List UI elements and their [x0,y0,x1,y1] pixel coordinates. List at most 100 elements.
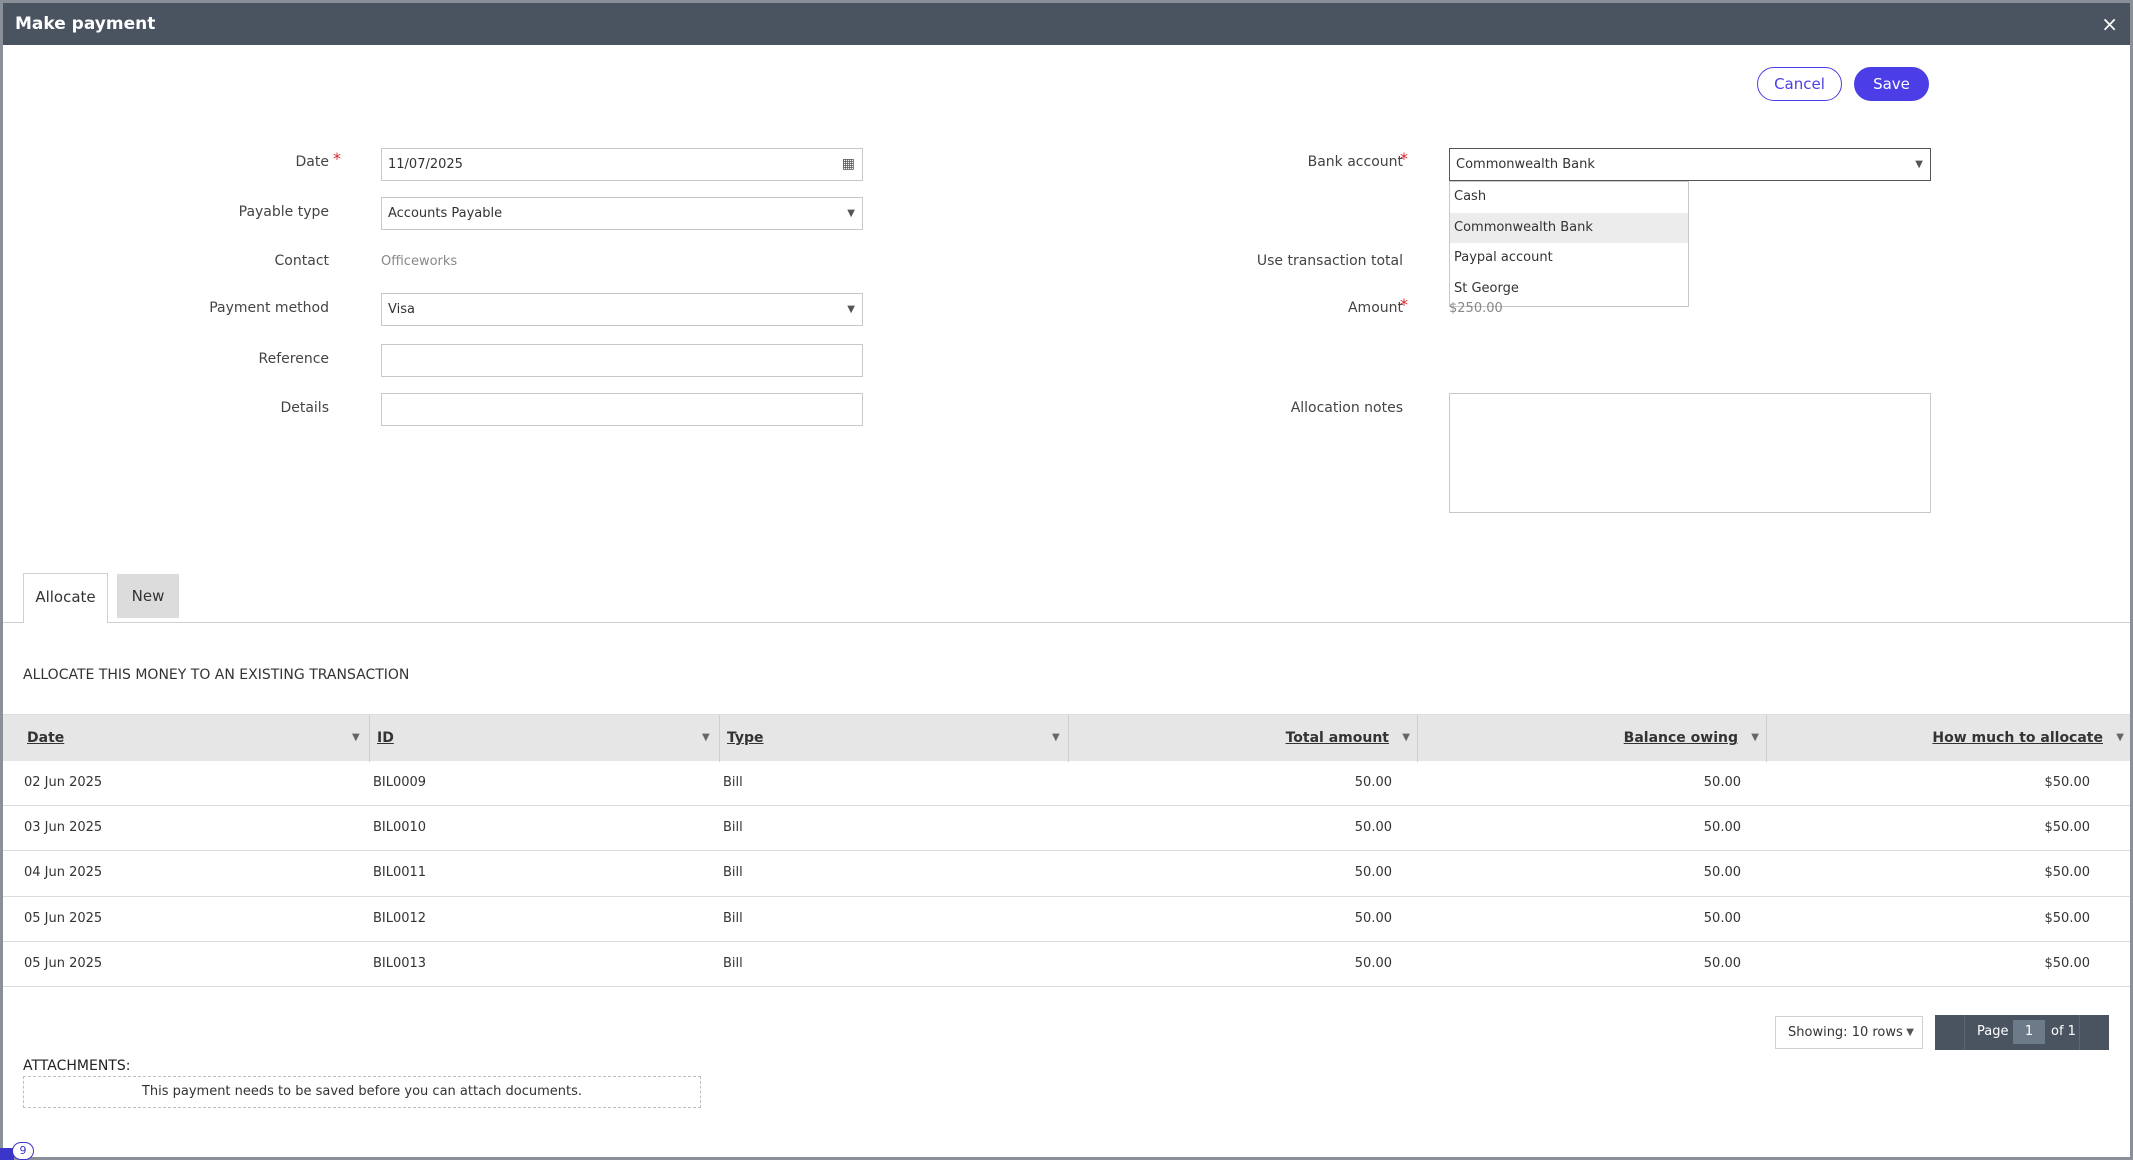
column-header-allocate-amount[interactable]: How much to allocate ▼ [1766,715,2130,762]
filter-icon[interactable]: ▼ [2116,715,2124,761]
bank-account-value: Commonwealth Bank [1456,157,1595,172]
cell-total-amount: 50.00 [1354,775,1392,790]
cell-type: Bill [723,865,743,881]
filter-icon[interactable]: ▼ [1751,715,1759,761]
cell-allocate-amount[interactable]: $50.00 [2045,806,2091,850]
bank-option-cash[interactable]: Cash [1450,182,1688,213]
filter-icon[interactable]: ▼ [1402,715,1410,761]
cell-allocate-amount[interactable]: $50.00 [2045,851,2091,895]
make-payment-dialog: Make payment × Cancel Save Date * 11/07/… [3,3,2130,1157]
cell-balance-owing: 50.00 [1703,820,1741,836]
table-row[interactable]: 05 Jun 2025 BIL0012 Bill 50.00 50.00 $50… [3,897,2130,942]
column-header-balance-owing[interactable]: Balance owing ▼ [1417,715,1765,762]
chevron-down-icon: ▼ [1906,1027,1914,1038]
page-count-label: of 1 [2051,1024,2076,1039]
cell-allocate-amount[interactable]: $50.00 [2045,897,2091,941]
column-header-label: Total amount [1285,730,1389,746]
page-label: Page [1977,1024,2009,1039]
table-row[interactable]: 04 Jun 2025 BIL0011 Bill 50.00 50.00 $50… [3,851,2130,897]
bank-account-label: Bank account [1307,154,1403,170]
column-header-total-amount[interactable]: Total amount ▼ [1068,715,1416,762]
pagination: Page 1 of 1 [1935,1015,2109,1050]
details-label: Details [280,400,329,416]
reference-input[interactable] [381,344,863,377]
required-marker: * [333,149,341,168]
attachments-dropzone: This payment needs to be saved before yo… [23,1076,701,1108]
reference-label: Reference [258,351,330,367]
cell-balance-owing: 50.00 [1703,865,1741,881]
required-marker: * [1400,295,1408,314]
table-header: Date ▼ ID ▼ Type ▼ Total amount ▼ Balanc… [3,714,2130,762]
cell-type: Bill [723,910,743,926]
tab-divider [3,622,2130,623]
chevron-down-icon: ▼ [1915,159,1923,170]
details-input[interactable] [381,393,863,426]
column-header-type[interactable]: Type ▼ [719,715,1067,762]
contact-value: Officeworks [381,254,458,269]
column-header-label: Balance owing [1623,730,1738,746]
use-transaction-total-label: Use transaction total [1256,253,1403,269]
cell-total-amount: 50.00 [1354,955,1392,971]
dialog-title: Make payment [15,14,156,34]
attachments-label: ATTACHMENTS: [23,1058,131,1074]
payment-method-value: Visa [388,302,415,317]
column-header-date[interactable]: Date ▼ [20,715,368,762]
payable-type-label: Payable type [238,204,329,220]
amount-value: $250.00 [1449,301,1503,316]
bank-option-paypal[interactable]: Paypal account [1450,243,1688,274]
date-field[interactable]: 11/07/2025 ▦ [381,148,863,181]
next-page-button[interactable] [2079,1015,2109,1050]
cell-id: BIL0012 [373,910,427,926]
calendar-icon[interactable]: ▦ [842,149,855,180]
table-row[interactable]: 05 Jun 2025 BIL0013 Bill 50.00 50.00 $50… [3,942,2130,987]
cell-id: BIL0011 [373,865,427,881]
tab-allocate[interactable]: Allocate [23,573,108,623]
rows-per-page-select[interactable]: Showing: 10 rows ▼ [1775,1016,1923,1049]
column-header-label: Type [727,730,764,746]
cell-date: 03 Jun 2025 [24,820,103,836]
cell-date: 04 Jun 2025 [24,865,103,881]
cell-type: Bill [723,775,743,790]
cell-date: 05 Jun 2025 [24,955,103,971]
cell-balance-owing: 50.00 [1703,955,1741,971]
payment-method-label: Payment method [209,300,329,316]
cell-id: BIL0010 [373,820,427,836]
table-row[interactable]: 03 Jun 2025 BIL0010 Bill 50.00 50.00 $50… [3,806,2130,852]
bank-account-select[interactable]: Commonwealth Bank ▼ [1449,148,1931,181]
filter-icon[interactable]: ▼ [352,715,360,761]
payable-type-select[interactable]: Accounts Payable ▼ [381,197,863,230]
column-header-id[interactable]: ID ▼ [369,715,718,762]
payment-method-select[interactable]: Visa ▼ [381,293,863,326]
cancel-button[interactable]: Cancel [1757,67,1842,101]
cell-type: Bill [723,955,743,971]
payable-type-value: Accounts Payable [388,206,503,221]
date-label: Date [295,154,329,170]
allocation-notes-label: Allocation notes [1290,400,1403,416]
cell-balance-owing: 50.00 [1703,910,1741,926]
table-row[interactable]: 02 Jun 2025 BIL0009 Bill 50.00 50.00 $50… [3,761,2130,807]
cell-total-amount: 50.00 [1354,820,1392,836]
cell-allocate-amount[interactable]: $50.00 [2045,761,2091,805]
filter-icon[interactable]: ▼ [702,715,710,761]
cell-date: 02 Jun 2025 [24,775,103,790]
column-header-label: Date [27,730,65,746]
chevron-down-icon: ▼ [847,304,855,315]
allocation-notes-textarea[interactable] [1449,393,1931,513]
filter-icon[interactable]: ▼ [1052,715,1060,761]
column-header-label: ID [377,730,394,746]
date-value: 11/07/2025 [388,157,463,172]
cell-total-amount: 50.00 [1354,910,1392,926]
allocation-table: Date ▼ ID ▼ Type ▼ Total amount ▼ Balanc… [3,714,2130,987]
tab-new[interactable]: New [117,574,179,618]
notification-badge[interactable]: 9 [12,1142,34,1160]
bank-option-st-george[interactable]: St George [1450,274,1688,305]
prev-page-button[interactable] [1935,1015,1965,1050]
cell-id: BIL0013 [373,955,427,971]
save-button[interactable]: Save [1854,67,1929,101]
allocate-heading: ALLOCATE THIS MONEY TO AN EXISTING TRANS… [23,667,410,683]
bank-option-commonwealth[interactable]: Commonwealth Bank [1450,212,1688,243]
close-icon[interactable]: × [2101,12,2118,36]
cell-allocate-amount[interactable]: $50.00 [2045,942,2091,986]
rows-per-page-value: Showing: 10 rows [1788,1025,1903,1040]
page-number-input[interactable]: 1 [2013,1020,2045,1044]
